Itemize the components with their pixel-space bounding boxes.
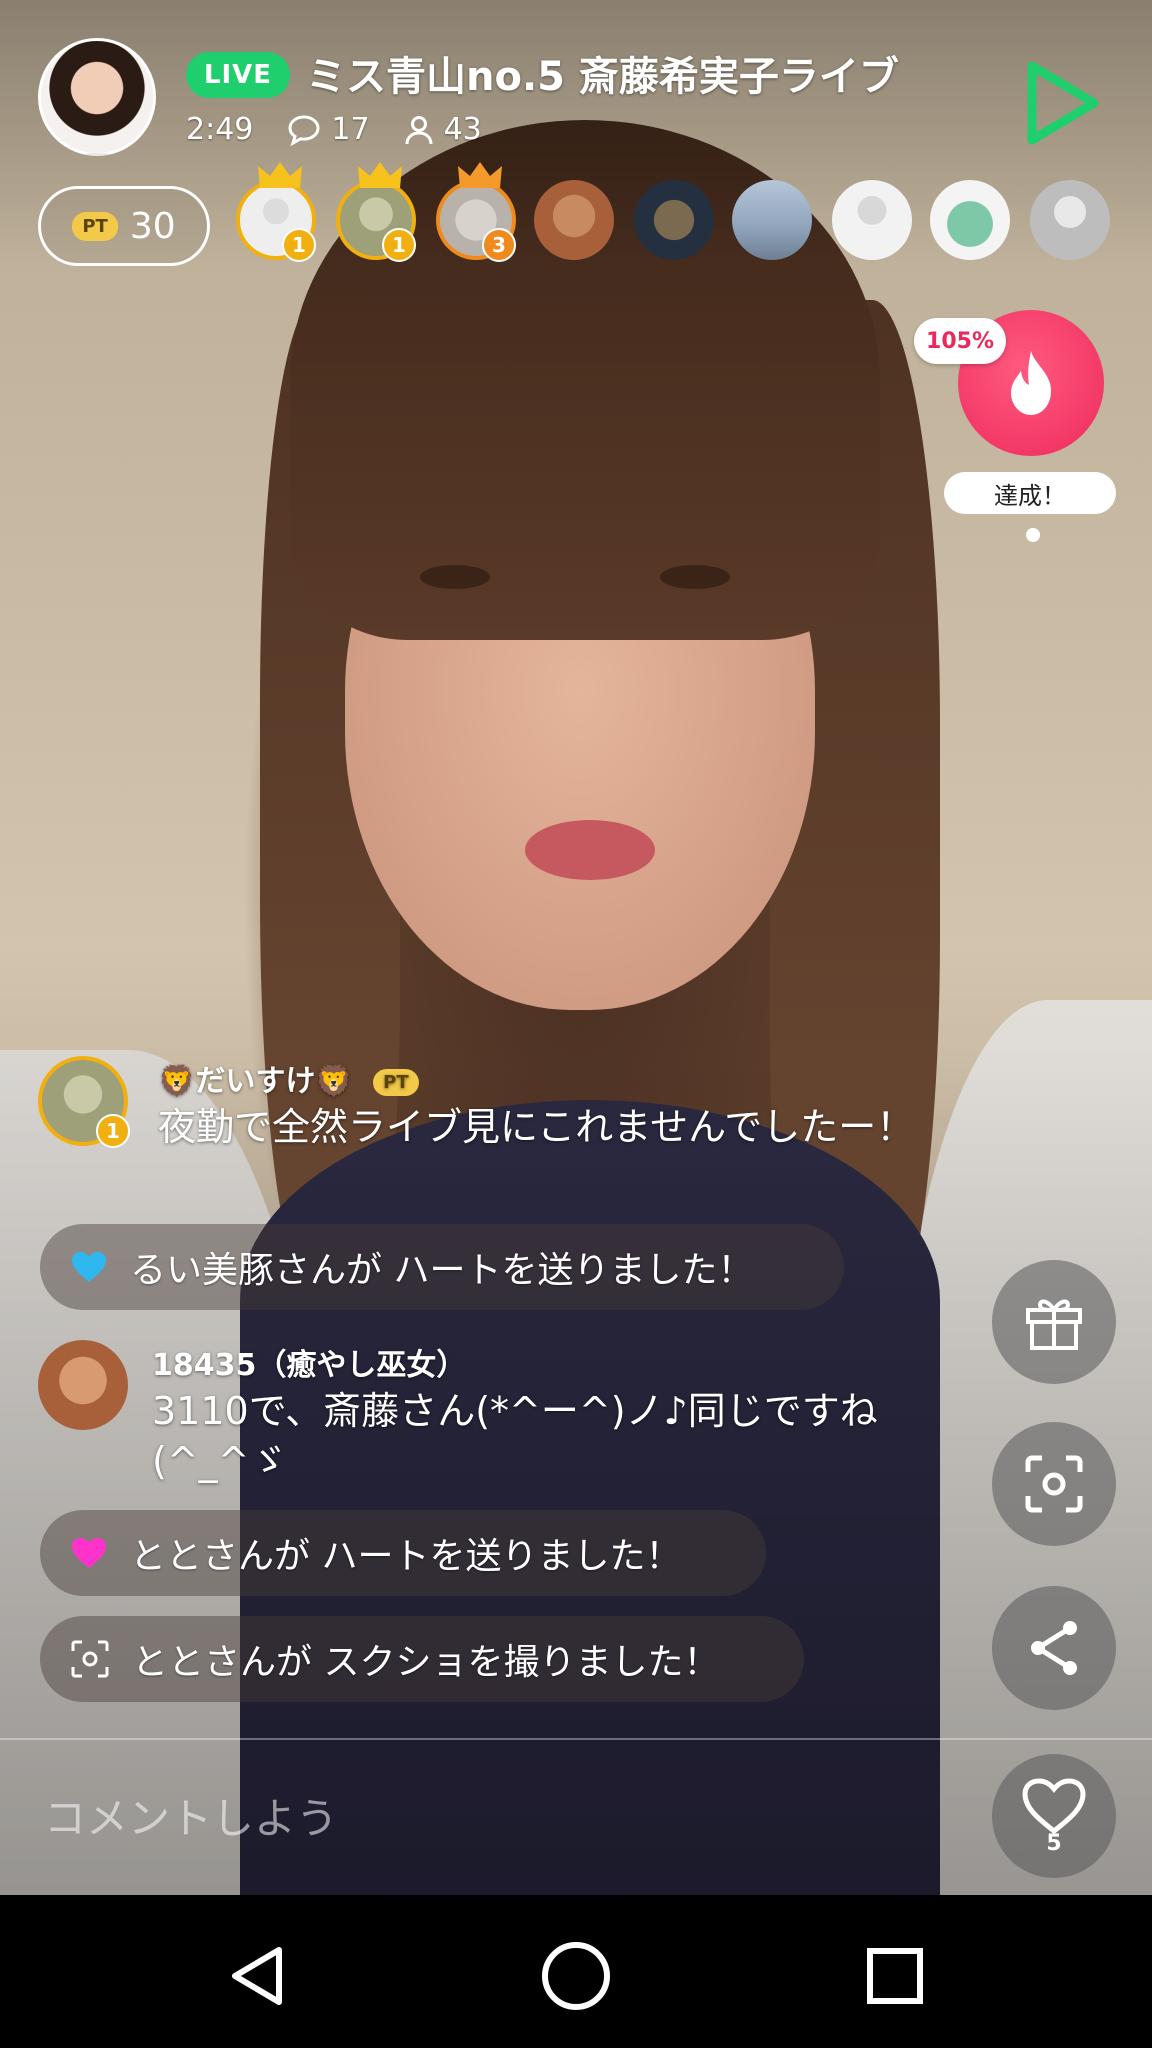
live-video[interactable] [0,0,1152,1895]
commenter-name-text: 🦁だいすけ🦁 [158,1064,353,1099]
points-value: 30 [129,205,176,247]
screenshot-icon [71,1640,109,1678]
heart-icon [72,1538,106,1568]
viewer-avatar[interactable] [534,180,614,260]
crown-icon [258,162,302,188]
flame-icon [1011,351,1051,415]
system-message: ととさんが ハートを送りました！ [40,1510,766,1596]
crown-icon [358,162,402,188]
share-icon [1031,1621,1077,1675]
goal-status: 達成！ [944,472,1116,514]
back-icon [232,1947,282,2005]
commenter-avatar[interactable] [38,1340,128,1430]
comment-text: 夜勤で全然ライブ見にこれませんでしたー！ [158,1105,915,1149]
video-shade [0,0,1152,1895]
viewer-avatar[interactable] [930,180,1010,260]
nav-home-button[interactable] [531,1931,621,2021]
system-message: るい美豚さんが ハートを送りました！ [40,1224,844,1310]
rank-badge: 1 [382,228,416,262]
comment-input[interactable] [42,1782,946,1854]
rank-badge: 1 [96,1114,130,1148]
viewer-icon [405,115,433,144]
divider [0,1738,1152,1740]
points-button[interactable]: PT 30 [38,186,210,266]
gift-button[interactable] [992,1260,1116,1384]
points-badge: PT [373,1069,419,1096]
viewer-avatar[interactable] [634,180,714,260]
viewer-avatar[interactable]: 3 [436,162,516,262]
goal-percent: 105% [914,318,1006,364]
page-indicator-dot [1026,528,1040,542]
commenter-name: 18435（癒やし巫女） [152,1348,467,1383]
commenter-avatar[interactable]: 1 [38,1056,130,1148]
viewer-count: 43 [443,112,482,147]
like-count: 5 [1046,1830,1062,1856]
nav-back-button[interactable] [212,1931,302,2021]
crown-icon [458,162,502,188]
home-icon [542,1942,610,2010]
viewer-avatar[interactable] [1030,180,1110,260]
system-message-text: ととさんが ハートを送りました！ [130,1536,682,1577]
commenter-name: 🦁だいすけ🦁 PT [158,1056,419,1100]
viewer-avatar[interactable] [732,180,812,260]
stream-stats: 2:49 17 43 [186,112,482,147]
viewer-avatar[interactable] [832,180,912,260]
nav-recents-button[interactable] [850,1931,940,2021]
share-button[interactable] [992,1586,1116,1710]
comment-text: 3110で、斎藤さん(*^ー^)ノ♪同じですね(^_^ゞ [152,1389,878,1483]
system-nav-bar [0,1895,1152,2048]
system-message: ととさんが スクショを撮りました！ [40,1616,804,1702]
rank-badge: 3 [482,228,516,262]
viewer-avatar[interactable]: 1 [236,162,316,262]
host-avatar[interactable] [38,38,156,156]
rank-badge: 1 [282,228,316,262]
heart-outline-icon [1022,1777,1086,1834]
system-message-text: るい美豚さんが ハートを送りました！ [130,1250,754,1291]
system-message-text: ととさんが スクショを撮りました！ [132,1642,720,1683]
points-badge: PT [72,211,118,241]
gift-icon [1026,1299,1082,1350]
heart-icon [72,1252,106,1282]
live-badge: LIVE [186,52,290,98]
elapsed-time: 2:49 [186,112,254,147]
recents-icon [867,1948,923,2004]
play-icon[interactable] [1022,58,1102,148]
screenshot-icon [1025,1455,1083,1513]
comment-count: 17 [331,112,370,147]
like-button[interactable]: 5 [992,1754,1116,1878]
viewer-avatar[interactable]: 1 [336,162,416,262]
screenshot-button[interactable] [992,1422,1116,1546]
comment-icon [288,114,320,146]
stream-title: ミス青山no.5 斎藤希実子ライブ [306,54,899,100]
